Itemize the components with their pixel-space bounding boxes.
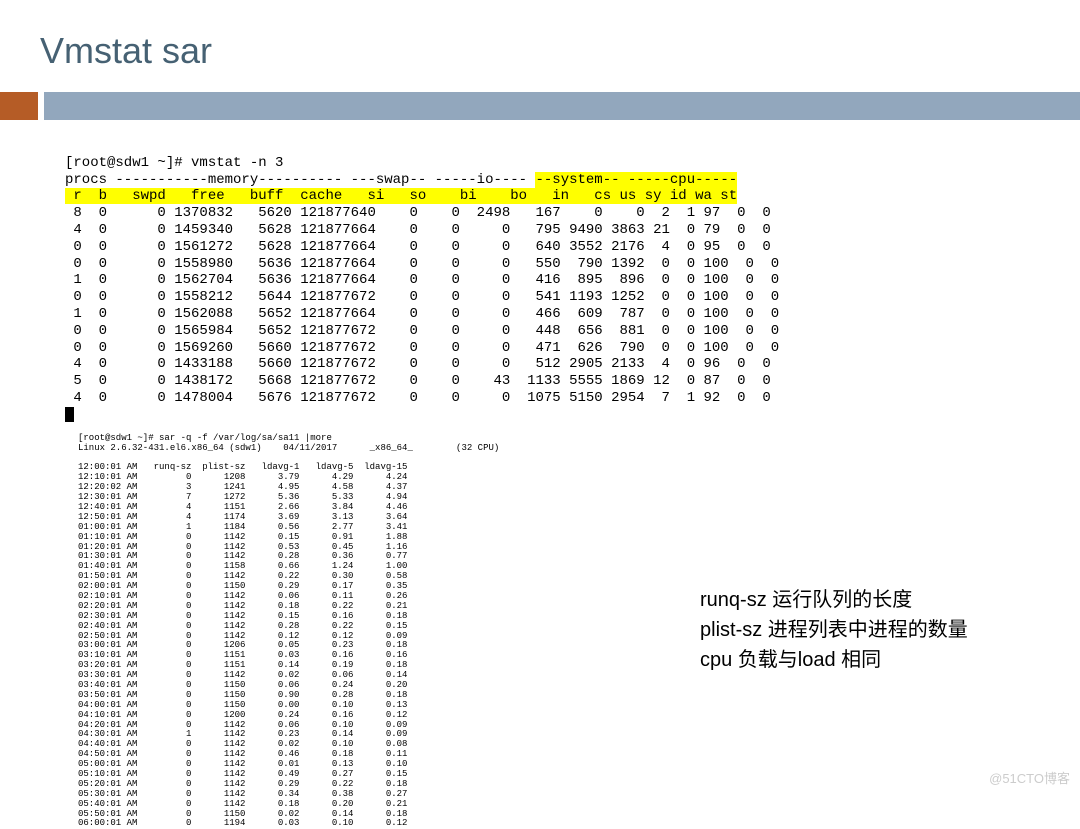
vmstat-hdr2-c: us sy id wa st [611,188,737,204]
vmstat-row: 8 0 0 1370832 5620 121877640 0 0 2498 16… [65,205,771,221]
sar-row: 05:50:01 AM 0 1150 0.02 0.14 0.18 [78,810,1080,820]
title-area: Vmstat sar [0,0,1080,72]
vmstat-hdr1-a: procs -----------memory---------- ---swa… [65,172,535,188]
annot-cpu: cpu 负载与load 相同 [700,645,968,675]
sar-row: 05:40:01 AM 0 1142 0.18 0.20 0.21 [78,800,1080,810]
header-bar [44,92,1080,120]
vmstat-row: 0 0 0 1558212 5644 121877672 0 0 0 541 1… [65,289,779,305]
vmstat-output: [root@sdw1 ~]# vmstat -n 3 procs -------… [65,138,1080,424]
vmstat-hdr2-b: in cs [552,188,611,204]
sar-kernel: Linux 2.6.32-431.el6.x86_64 (sdw1) 04/11… [78,444,1080,454]
page-title: Vmstat sar [40,30,1080,72]
cursor-icon [65,407,74,422]
vmstat-hdr-cpu: -----cpu----- [620,172,738,188]
vmstat-hdr2-a: r b swpd free buff cache si so bi bo [65,188,552,204]
vmstat-row: 0 0 0 1558980 5636 121877664 0 0 0 550 7… [65,256,779,272]
vmstat-row: 4 0 0 1459340 5628 121877664 0 0 0 795 9… [65,222,771,238]
vmstat-row: 0 0 0 1569260 5660 121877672 0 0 0 471 6… [65,340,779,356]
watermark: @51CTO博客 [989,768,1070,787]
vmstat-row: 1 0 0 1562088 5652 121877664 0 0 0 466 6… [65,306,779,322]
annotation-box: runq-sz 运行队列的长度 plist-sz 进程列表中进程的数量 cpu … [700,585,968,675]
annot-runq: runq-sz 运行队列的长度 [700,585,968,615]
sar-row: 06:00:01 AM 0 1194 0.03 0.10 0.12 [78,819,1080,829]
vmstat-row: 5 0 0 1438172 5668 121877672 0 0 43 1133… [65,373,771,389]
divider-bar [0,92,1080,120]
vmstat-row: 4 0 0 1433188 5660 121877672 0 0 0 512 2… [65,356,771,372]
vmstat-row: 1 0 0 1562704 5636 121877664 0 0 0 416 8… [65,272,779,288]
vmstat-row: 4 0 0 1478004 5676 121877672 0 0 0 1075 … [65,390,771,406]
vmstat-row: 0 0 0 1561272 5628 121877664 0 0 0 640 3… [65,239,771,255]
vmstat-prompt: [root@sdw1 ~]# vmstat -n 3 [65,155,283,171]
sar-row: 05:30:01 AM 0 1142 0.34 0.38 0.27 [78,790,1080,800]
slide: Vmstat sar [root@sdw1 ~]# vmstat -n 3 pr… [0,0,1080,793]
accent-box [0,92,38,120]
annot-plist: plist-sz 进程列表中进程的数量 [700,615,968,645]
vmstat-row: 0 0 0 1565984 5652 121877672 0 0 0 448 6… [65,323,779,339]
vmstat-hdr-system: --system-- [535,172,619,188]
